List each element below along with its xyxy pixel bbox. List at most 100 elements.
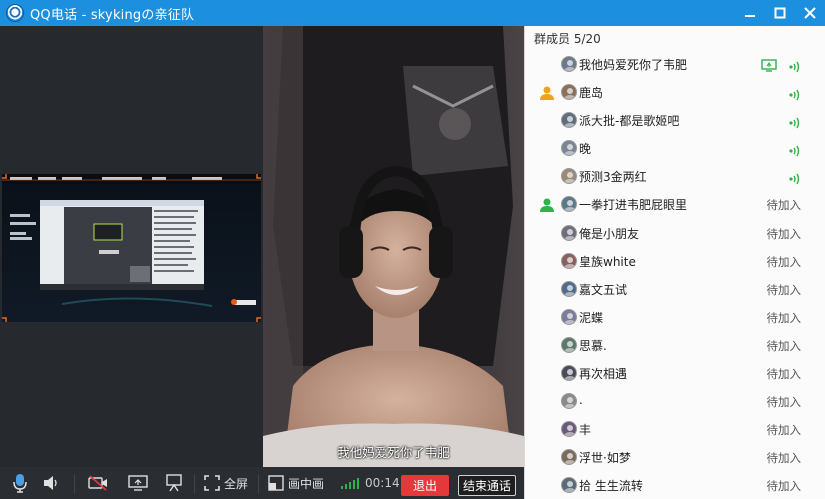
maximize-button[interactable] (765, 0, 795, 26)
member-status: 待加入 (766, 479, 802, 494)
shared-screen-view[interactable] (2, 174, 261, 322)
member-status: 待加入 (766, 367, 802, 382)
member-row[interactable]: 再次相遇 待加入 (525, 359, 825, 387)
avatar (561, 140, 577, 157)
call-timer: 00:14 (365, 476, 400, 490)
avatar (561, 84, 577, 101)
member-row[interactable]: 俺是小朋友 待加入 (525, 219, 825, 247)
member-name: 我他妈爱死你了韦肥 (579, 58, 688, 72)
member-name: 拾 生生流转 (579, 479, 643, 494)
member-row[interactable]: 拾 生生流转 待加入 (525, 471, 825, 499)
shared-screen-image (2, 174, 261, 322)
member-status: 待加入 (766, 310, 802, 325)
member-name: 俺是小朋友 (579, 226, 640, 241)
member-status: 待加入 (766, 282, 802, 297)
microphone-icon (13, 474, 27, 493)
avatar (561, 365, 577, 382)
member-status: 待加入 (766, 254, 802, 269)
member-row[interactable]: 派大批-都是歌姬吧 (525, 106, 825, 134)
picture-in-picture-button[interactable]: 画中画 (268, 467, 324, 499)
voice-active-icon (789, 114, 803, 129)
avatar (561, 168, 577, 185)
member-row[interactable]: 嘉文五试 待加入 (525, 275, 825, 303)
member-name: 浮世·如梦 (579, 451, 631, 466)
member-status: 待加入 (766, 395, 802, 410)
member-row[interactable]: 晚 (525, 134, 825, 162)
member-row[interactable]: 丰 待加入 (525, 415, 825, 443)
member-status: 待加入 (766, 423, 802, 438)
fullscreen-icon (204, 475, 220, 491)
sharing-screen-icon (761, 57, 777, 72)
avatar (561, 224, 577, 241)
voice-active-icon (789, 58, 803, 73)
member-name: 泥蝶 (579, 310, 604, 325)
member-row[interactable]: 思慕. 待加入 (525, 331, 825, 359)
avatar (561, 112, 577, 129)
member-row[interactable]: 浮世·如梦 待加入 (525, 443, 825, 471)
signal-icon (341, 478, 359, 489)
fullscreen-label: 全屏 (224, 476, 249, 491)
avatar (561, 56, 577, 72)
member-panel: 群成员 5/20 我他妈爱死你了韦肥 鹿岛派大批-都是歌姬吧晚预测3金两红一拳打进… (524, 26, 825, 499)
member-name: 鹿岛 (579, 86, 604, 101)
avatar (561, 477, 577, 494)
screen-share-button[interactable] (128, 467, 148, 499)
speaker-button[interactable] (42, 467, 60, 499)
quit-button[interactable]: 退出 (401, 475, 449, 496)
camera-toggle-button[interactable] (88, 467, 108, 499)
microphone-button[interactable] (12, 467, 28, 499)
member-status: 待加入 (766, 198, 802, 213)
presentation-icon (166, 474, 182, 492)
avatar (561, 308, 577, 325)
avatar (561, 421, 577, 438)
screen-share-icon (128, 475, 148, 491)
group-admin-icon (539, 197, 555, 213)
minimize-button[interactable] (735, 0, 765, 26)
member-row[interactable]: 一拳打进韦肥屁眼里 待加入 (525, 190, 825, 218)
title-bar: QQ电话 - skykingの亲征队 (0, 0, 825, 26)
shared-screen-area (0, 26, 263, 467)
avatar (561, 252, 577, 269)
member-status: 待加入 (766, 226, 802, 241)
member-name: 再次相遇 (579, 367, 628, 382)
member-status: 待加入 (766, 338, 802, 353)
member-row[interactable]: 我他妈爱死你了韦肥 (525, 50, 825, 78)
member-row[interactable]: 泥蝶 待加入 (525, 303, 825, 331)
camera-image (263, 26, 524, 467)
member-name: 皇族white (579, 254, 636, 269)
video-subtitle: 我他妈爱死你了韦肥 (337, 445, 450, 460)
minimize-icon (745, 15, 755, 17)
member-name: 派大批-都是歌姬吧 (579, 114, 680, 129)
member-row[interactable]: 皇族white 待加入 (525, 247, 825, 275)
close-icon (804, 7, 816, 19)
presentation-button[interactable] (164, 467, 184, 499)
avatar (561, 393, 577, 410)
member-row[interactable]: 预测3金两红 (525, 162, 825, 190)
voice-active-icon (789, 86, 803, 101)
avatar (561, 196, 577, 213)
qq-call-window: QQ电话 - skykingの亲征队 我他妈爱死你了韦肥 群成员 5/20 我他… (0, 0, 825, 499)
picture-in-picture-label: 画中画 (288, 476, 325, 491)
group-owner-icon (539, 85, 555, 101)
avatar (561, 280, 577, 297)
video-feed[interactable]: 我他妈爱死你了韦肥 (263, 26, 524, 467)
member-name: 丰 (579, 423, 592, 438)
member-name: 预测3金两红 (579, 170, 647, 185)
end-call-button[interactable]: 结束通话 (458, 475, 516, 496)
member-row[interactable]: . 待加入 (525, 387, 825, 415)
member-status: 待加入 (766, 451, 802, 466)
member-row[interactable]: 鹿岛 (525, 78, 825, 106)
close-button[interactable] (795, 0, 825, 26)
camera-off-icon (88, 475, 107, 491)
member-name: 思慕. (579, 338, 607, 353)
fullscreen-button[interactable]: 全屏 (204, 467, 248, 499)
signal-strength: 00:14 (340, 467, 400, 499)
voice-active-icon (789, 142, 803, 157)
member-name: 晚 (579, 142, 592, 157)
member-name: . (579, 393, 583, 408)
avatar (561, 336, 577, 353)
maximize-icon (774, 7, 786, 19)
picture-in-picture-icon (268, 475, 284, 491)
call-toolbar: 全屏 画中画 00:14 退出 结束通话 (0, 467, 524, 499)
member-count-header: 群成员 5/20 (534, 32, 601, 46)
